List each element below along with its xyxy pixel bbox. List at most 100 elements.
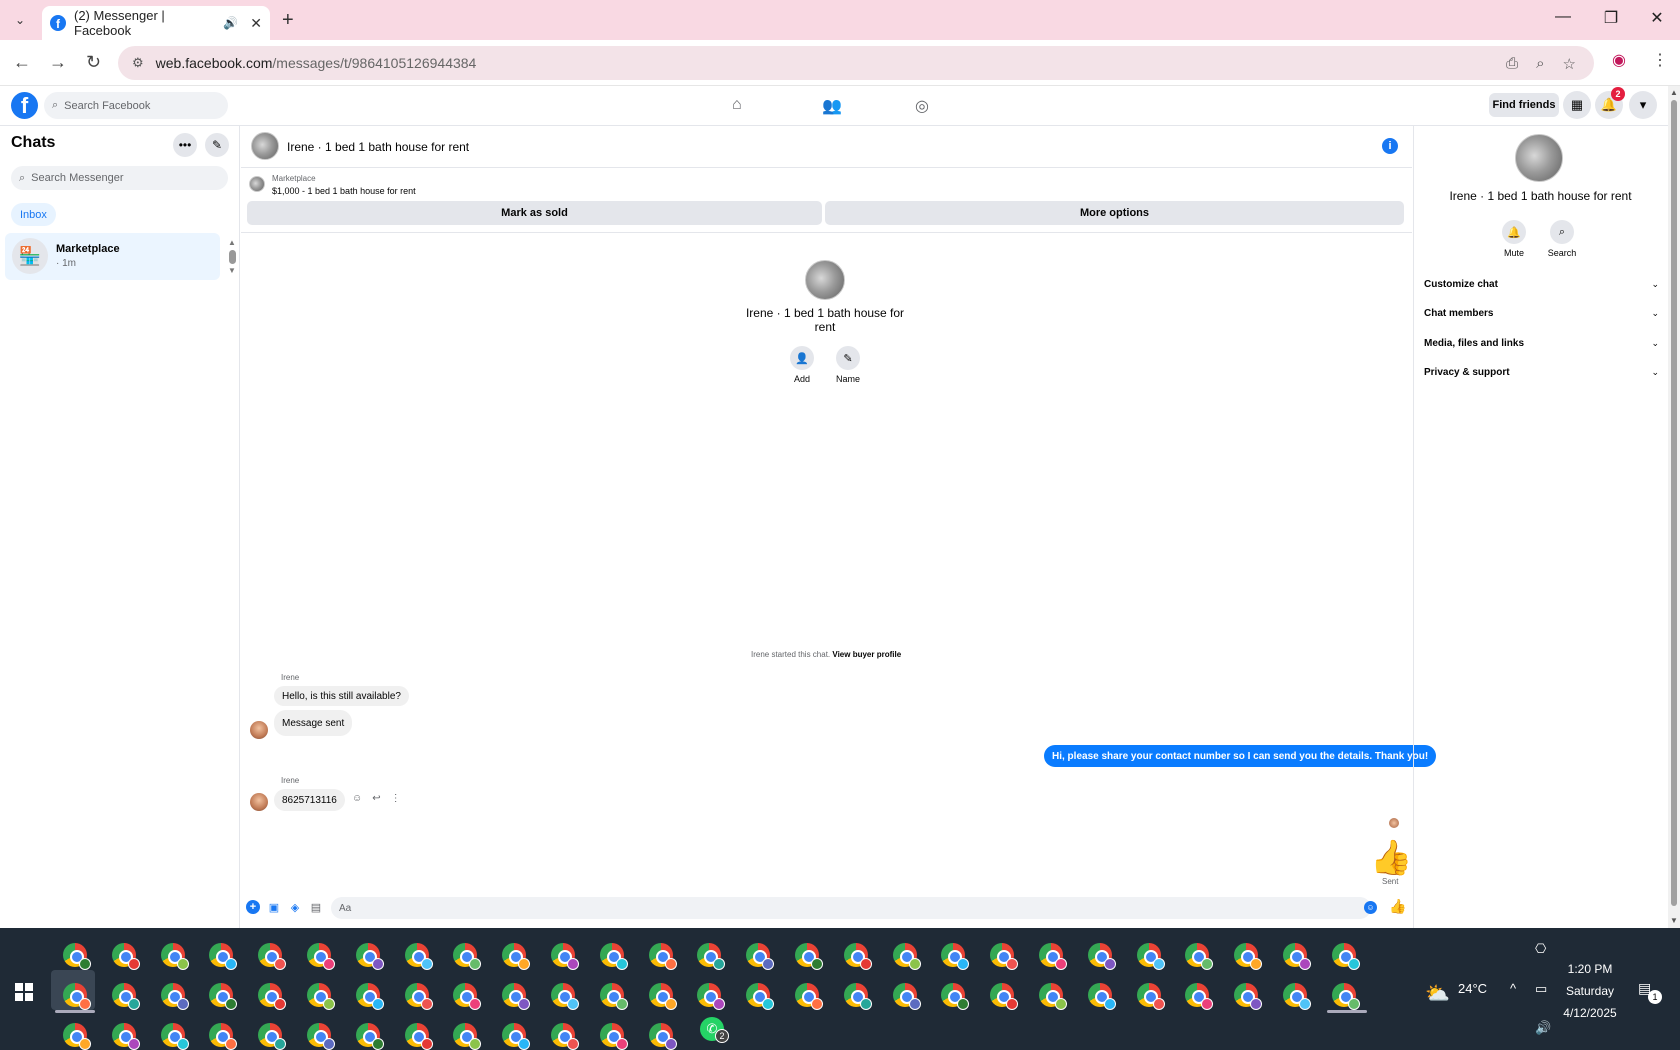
chrome-profile-icon[interactable]: [697, 943, 726, 970]
chrome-profile-icon[interactable]: [746, 983, 775, 1010]
zoom-icon[interactable]: ⌕: [1536, 55, 1544, 73]
chrome-profile-icon[interactable]: [258, 1023, 287, 1050]
chat-members-section[interactable]: Chat members ⌄: [1424, 303, 1659, 323]
more-icon[interactable]: ⋮: [391, 793, 401, 804]
account-avatar[interactable]: ▾: [1629, 91, 1657, 119]
new-tab-button[interactable]: +: [282, 9, 294, 32]
sticker-icon[interactable]: ◈: [288, 900, 302, 914]
chrome-profile-icon[interactable]: [1136, 983, 1165, 1010]
chrome-profile-icon[interactable]: [1039, 943, 1067, 970]
profile-avatar[interactable]: [805, 260, 845, 300]
send-like-icon[interactable]: 👍: [1389, 898, 1406, 915]
reload-icon[interactable]: ↻: [86, 52, 101, 73]
scroll-down-icon[interactable]: ▼: [1670, 916, 1678, 925]
chrome-profile-icon[interactable]: [941, 983, 970, 1010]
reply-icon[interactable]: ↩: [372, 793, 380, 804]
install-app-icon[interactable]: ⎙: [1506, 55, 1518, 73]
chrome-profile-icon[interactable]: [307, 983, 335, 1010]
chrome-profile-icon[interactable]: [502, 943, 531, 970]
network-icon[interactable]: ▭: [1535, 981, 1547, 997]
bookmark-star-icon[interactable]: ☆: [1563, 55, 1576, 73]
close-window-icon[interactable]: ✕: [1642, 8, 1672, 28]
scroll-up-icon[interactable]: ▲: [227, 236, 237, 250]
chrome-profile-icon[interactable]: [258, 983, 287, 1010]
menu-grid-icon[interactable]: ▦: [1563, 91, 1591, 119]
chrome-profile-icon[interactable]: [209, 1023, 238, 1050]
find-friends-button[interactable]: Find friends: [1489, 93, 1559, 117]
chrome-profile-icon[interactable]: [648, 943, 677, 970]
message-input[interactable]: Aa: [331, 897, 1371, 919]
chrome-profile-icon[interactable]: [209, 943, 238, 970]
incoming-message[interactable]: Hello, is this still available?: [274, 686, 409, 706]
chrome-profile-icon[interactable]: [648, 1023, 677, 1050]
chrome-profile-icon[interactable]: [843, 983, 872, 1010]
chrome-profile-icon[interactable]: [160, 983, 189, 1010]
add-people-button[interactable]: 👤 Add: [789, 346, 814, 384]
chrome-profile-icon[interactable]: [453, 1023, 482, 1050]
page-scrollbar[interactable]: ▲ ▼: [1668, 86, 1680, 928]
restore-icon[interactable]: ❐: [1596, 8, 1626, 28]
chrome-profile-icon[interactable]: [1136, 943, 1165, 970]
chrome-profile-icon[interactable]: [355, 1023, 384, 1050]
chrome-profile-icon[interactable]: [404, 943, 433, 970]
chrome-profile-icon[interactable]: [1185, 983, 1214, 1010]
sender-avatar[interactable]: [250, 721, 268, 739]
tab-search-dropdown[interactable]: ⌄: [8, 8, 32, 32]
gif-icon[interactable]: ▤: [309, 900, 323, 914]
listing-thumbnail[interactable]: [249, 176, 265, 192]
view-buyer-profile-link[interactable]: View buyer profile: [832, 650, 901, 659]
site-info-icon[interactable]: ⚙: [132, 55, 144, 71]
chrome-profile-icon[interactable]: [795, 943, 823, 970]
weather-icon[interactable]: ⛅: [1425, 981, 1450, 1006]
chrome-profile-icon[interactable]: [1087, 983, 1116, 1010]
chrome-profile-icon[interactable]: [63, 943, 91, 970]
speaker-icon[interactable]: 🔊: [223, 16, 238, 30]
chrome-profile-icon[interactable]: [453, 983, 482, 1010]
chat-list-item[interactable]: 🏪 Marketplace · 1m: [5, 233, 220, 280]
customize-chat-section[interactable]: Customize chat ⌄: [1424, 274, 1659, 294]
chat-options-button[interactable]: •••: [173, 133, 197, 157]
search-conversation-button[interactable]: ⌕ Search: [1542, 220, 1582, 258]
privacy-support-section[interactable]: Privacy & support ⌄: [1424, 362, 1659, 382]
chrome-profile-icon[interactable]: [63, 983, 91, 1010]
groups-icon[interactable]: ◎: [915, 96, 929, 116]
incoming-message[interactable]: Message sent: [274, 710, 353, 736]
emoji-icon[interactable]: ☺: [1364, 901, 1377, 914]
chrome-profile-icon[interactable]: [1331, 983, 1360, 1010]
show-hidden-icons-icon[interactable]: ^: [1510, 981, 1516, 996]
facebook-search-input[interactable]: ⌕ Search Facebook: [44, 92, 228, 119]
chrome-profile-icon[interactable]: [551, 983, 579, 1010]
chrome-profile-icon[interactable]: [648, 983, 677, 1010]
meet-now-icon[interactable]: ⎔: [1535, 941, 1546, 957]
chrome-profile-icon[interactable]: [599, 983, 628, 1010]
chrome-profile-icon[interactable]: [355, 983, 384, 1010]
weather-temperature[interactable]: 24°C: [1458, 981, 1487, 996]
details-avatar[interactable]: [1515, 134, 1563, 182]
conversation-avatar[interactable]: [251, 132, 279, 160]
profile-icon[interactable]: ◉: [1612, 50, 1626, 70]
conversation-title[interactable]: Irene · 1 bed 1 bath house for rent: [287, 140, 469, 154]
react-icon[interactable]: ☺: [352, 793, 362, 804]
chrome-profile-icon[interactable]: [990, 943, 1019, 970]
chrome-profile-icon[interactable]: [160, 943, 189, 970]
chrome-profile-icon[interactable]: [111, 983, 140, 1010]
chrome-profile-icon[interactable]: [599, 1023, 628, 1050]
media-files-links-section[interactable]: Media, files and links ⌄: [1424, 333, 1659, 353]
chrome-profile-icon[interactable]: [1234, 983, 1263, 1010]
chrome-profile-icon[interactable]: [1283, 943, 1311, 970]
chrome-profile-icon[interactable]: [453, 943, 482, 970]
chrome-profile-icon[interactable]: [1331, 943, 1360, 970]
chrome-profile-icon[interactable]: [599, 943, 628, 970]
back-icon[interactable]: ←: [13, 52, 31, 73]
chrome-profile-icon[interactable]: [843, 943, 872, 970]
listing-price-title[interactable]: $1,000 - 1 bed 1 bath house for rent: [272, 186, 416, 196]
photo-icon[interactable]: ▣: [267, 900, 281, 914]
chrome-profile-icon[interactable]: [63, 1023, 91, 1050]
chrome-profile-icon[interactable]: [1234, 943, 1263, 970]
minimize-icon[interactable]: —: [1548, 8, 1578, 26]
taskbar-clock[interactable]: 1:20 PM Saturday 4/12/2025: [1552, 958, 1628, 1024]
mark-as-sold-button[interactable]: Mark as sold: [247, 201, 822, 225]
chrome-profile-icon[interactable]: [746, 943, 775, 970]
chrome-profile-icon[interactable]: [892, 983, 921, 1010]
chrome-profile-icon[interactable]: [111, 1023, 140, 1050]
